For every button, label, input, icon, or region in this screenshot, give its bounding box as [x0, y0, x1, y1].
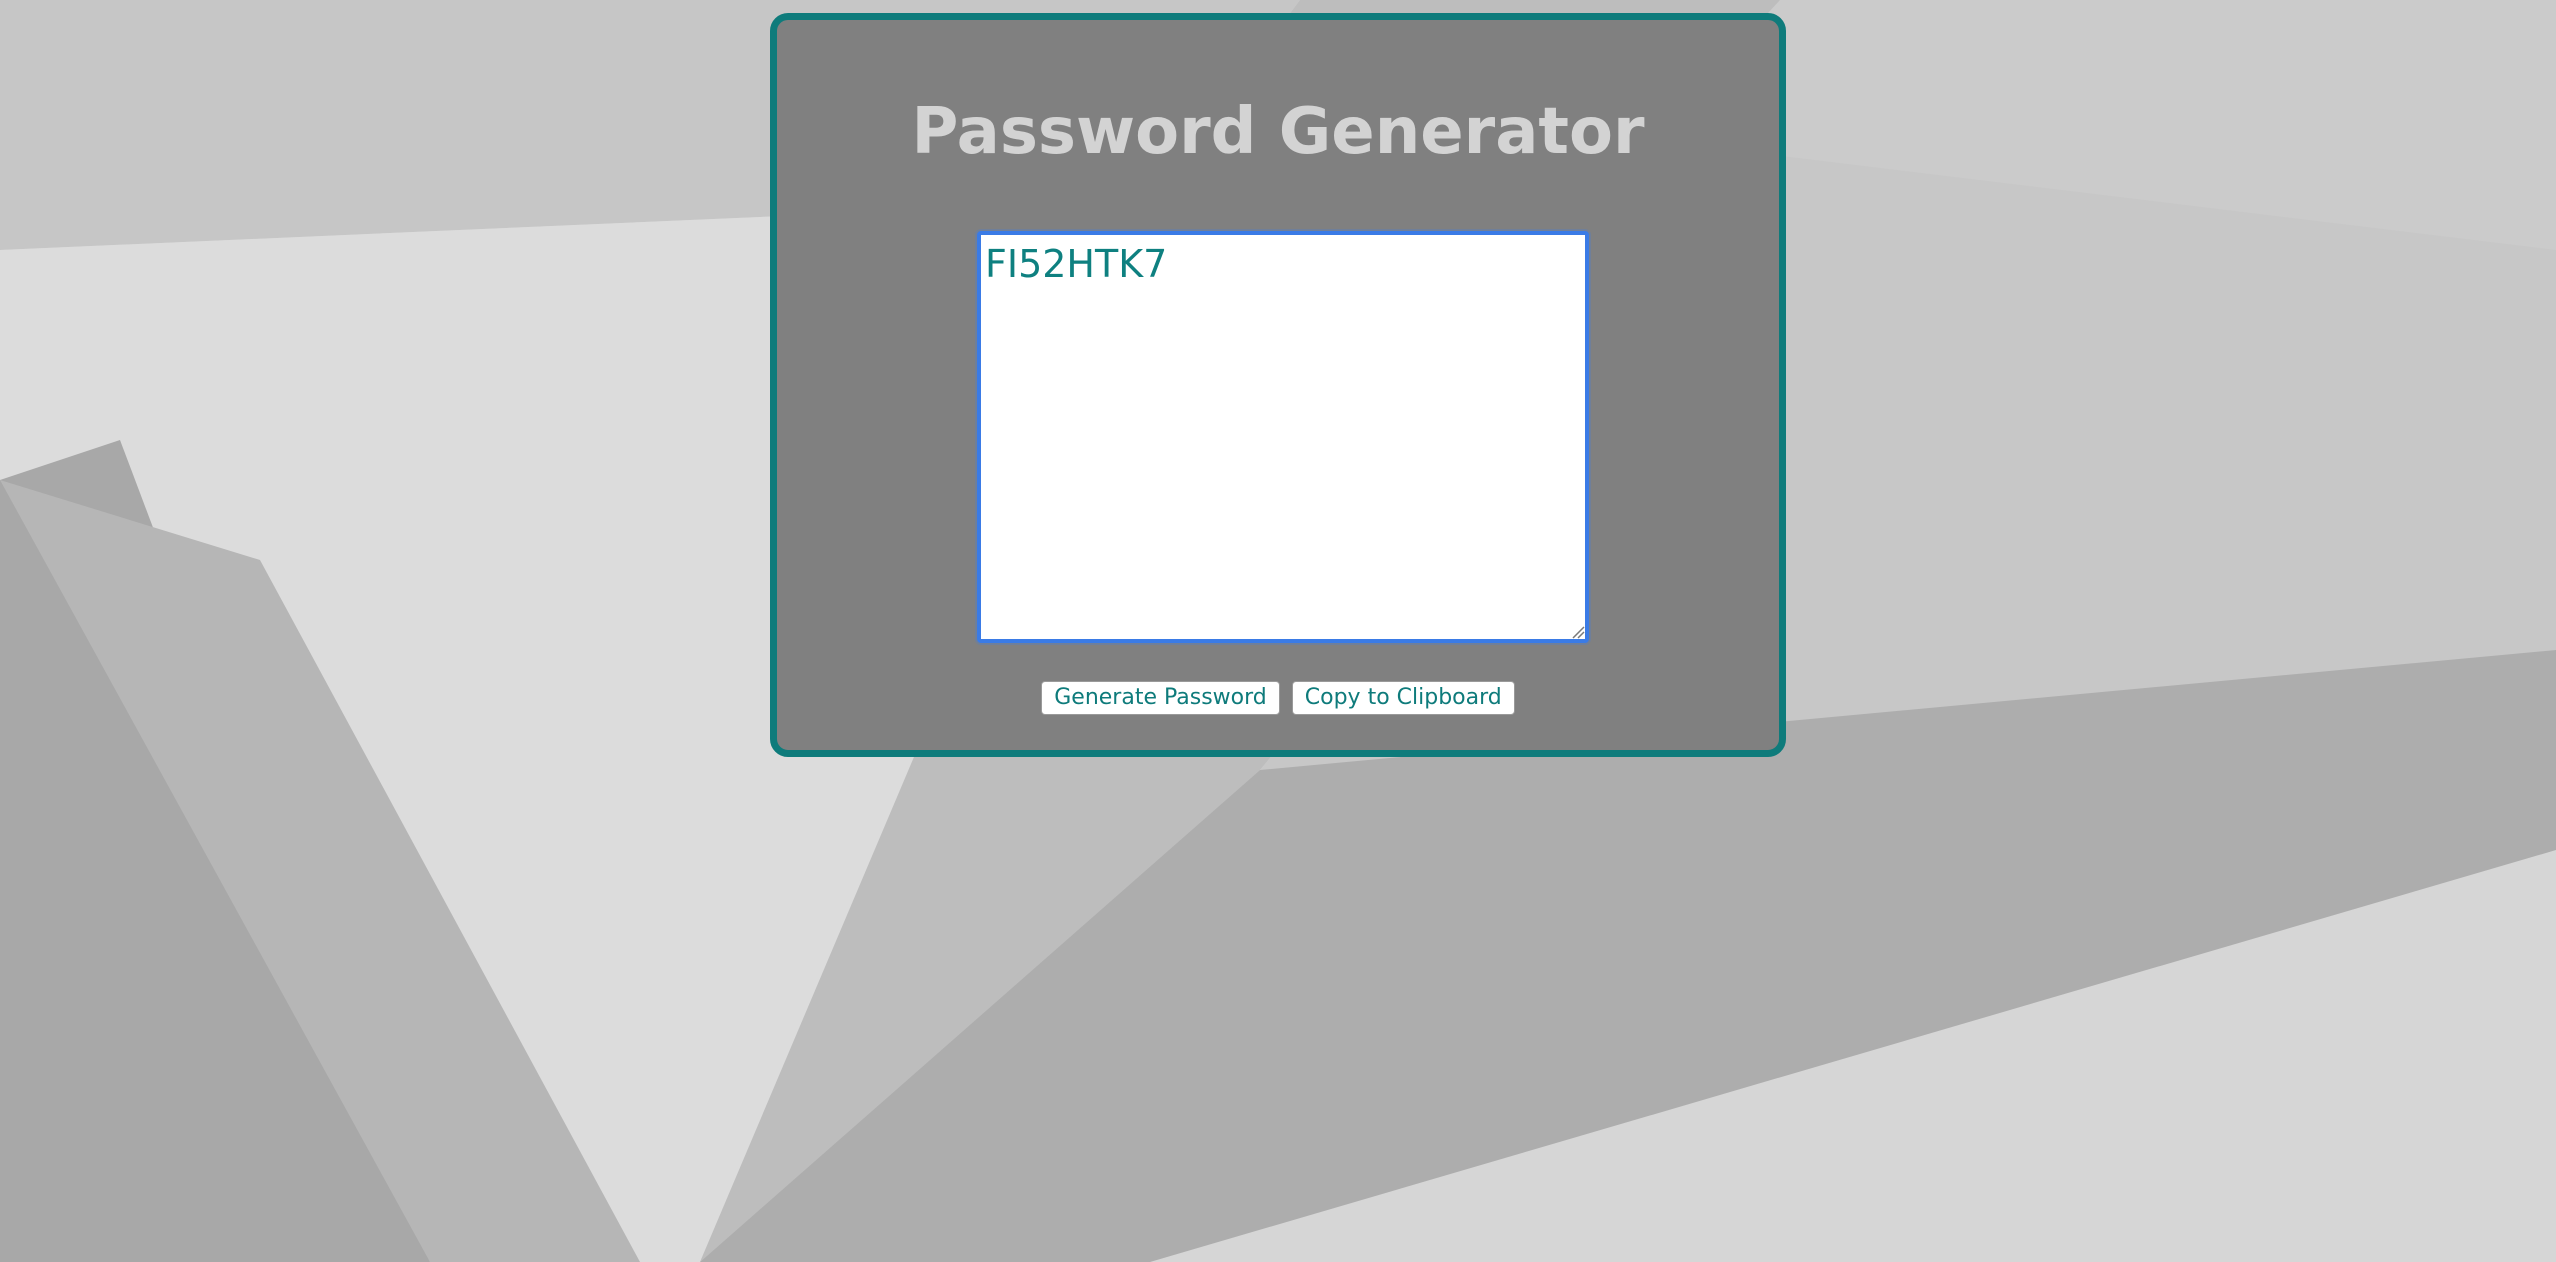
resize-grip-icon[interactable] [1571, 625, 1585, 639]
password-textarea[interactable]: FI52HTK7 [977, 231, 1589, 643]
password-generator-card: Password Generator FI52HTK7 Generate Pas… [770, 13, 1786, 757]
generate-password-button[interactable]: Generate Password [1041, 681, 1280, 715]
copy-to-clipboard-button[interactable]: Copy to Clipboard [1291, 681, 1515, 715]
button-row: Generate Password Copy to Clipboard [777, 681, 1779, 715]
page-title: Password Generator [911, 95, 1645, 169]
